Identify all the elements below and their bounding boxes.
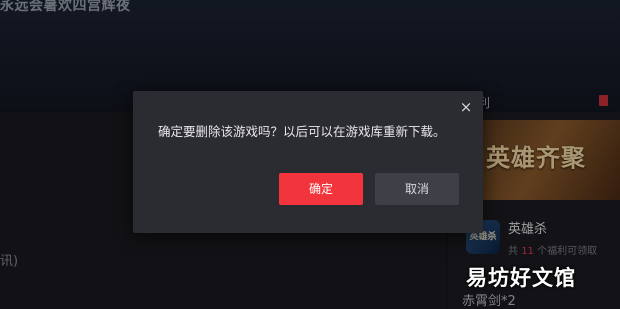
confirm-button[interactable]: 确定 <box>279 173 363 205</box>
close-icon[interactable]: × <box>459 99 473 115</box>
delete-game-dialog: × 确定要删除该游戏吗？以后可以在游戏库重新下载。 确定 取消 <box>133 91 483 233</box>
watermark: 易坊好文馆 <box>466 266 576 290</box>
dialog-message: 确定要删除该游戏吗？以后可以在游戏库重新下载。 <box>158 124 446 139</box>
cancel-button[interactable]: 取消 <box>375 173 459 205</box>
